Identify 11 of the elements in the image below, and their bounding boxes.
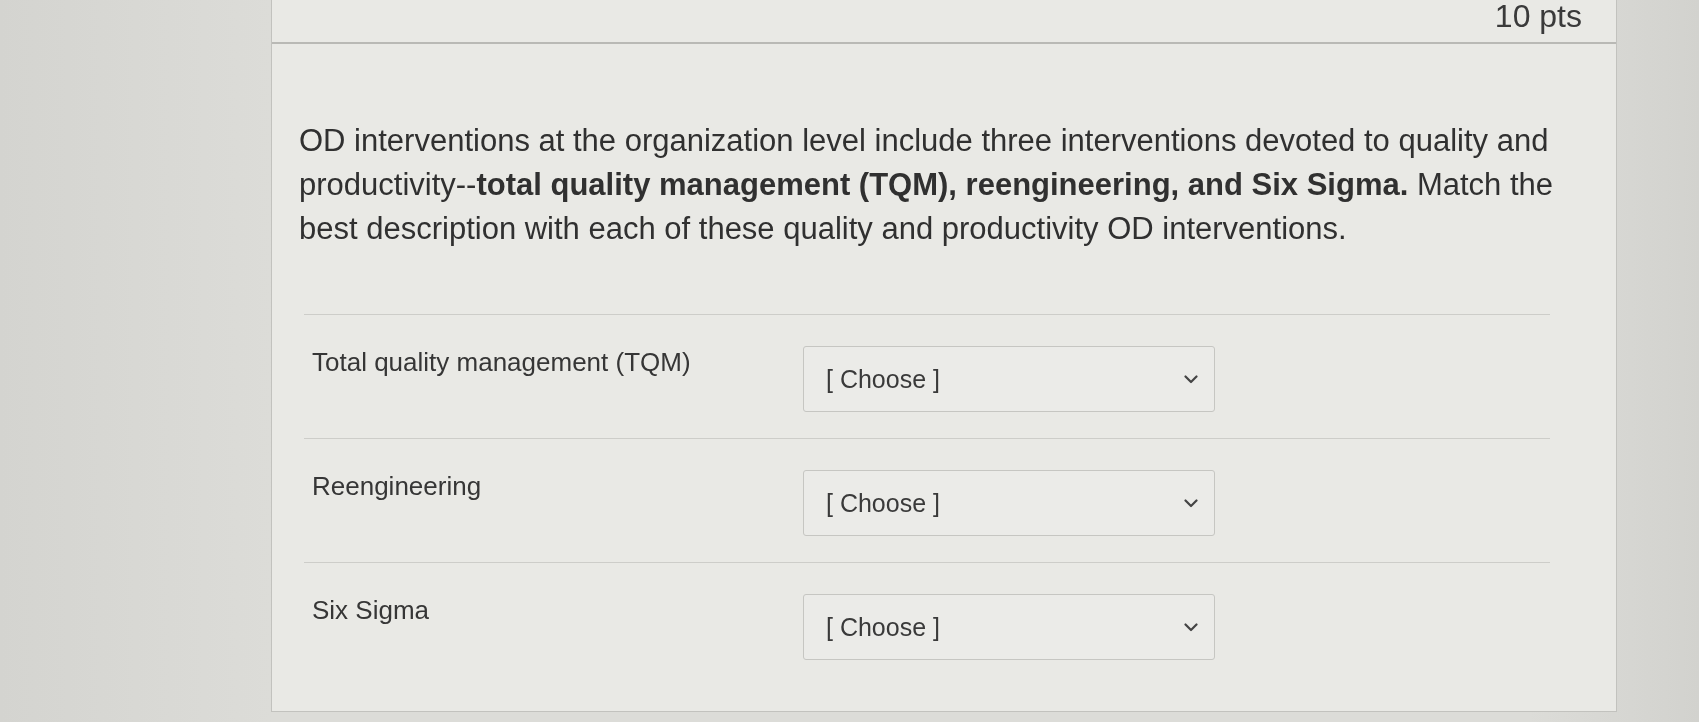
points-label: 10 pts — [1494, 0, 1582, 32]
chevron-down-icon — [1184, 498, 1198, 508]
chevron-down-icon — [1184, 374, 1198, 384]
answer-dropdown[interactable]: [ Choose ] — [803, 346, 1215, 412]
match-prompt: Total quality management (TQM) — [312, 346, 691, 377]
answer-dropdown[interactable]: [ Choose ] — [803, 594, 1215, 660]
match-prompt: Six Sigma — [312, 594, 430, 625]
chevron-down-icon — [1184, 622, 1198, 632]
question-text: OD interventions at the organization level include three interventions devoted to quality and productivity--total quality management (TQM), reengineering, and Six Sigma. Match the best description with each of these quality and productivity OD interventions. — [299, 122, 1555, 248]
answer-dropdown[interactable]: [ Choose ] — [803, 470, 1215, 536]
match-prompt: Reengineering — [312, 470, 482, 501]
